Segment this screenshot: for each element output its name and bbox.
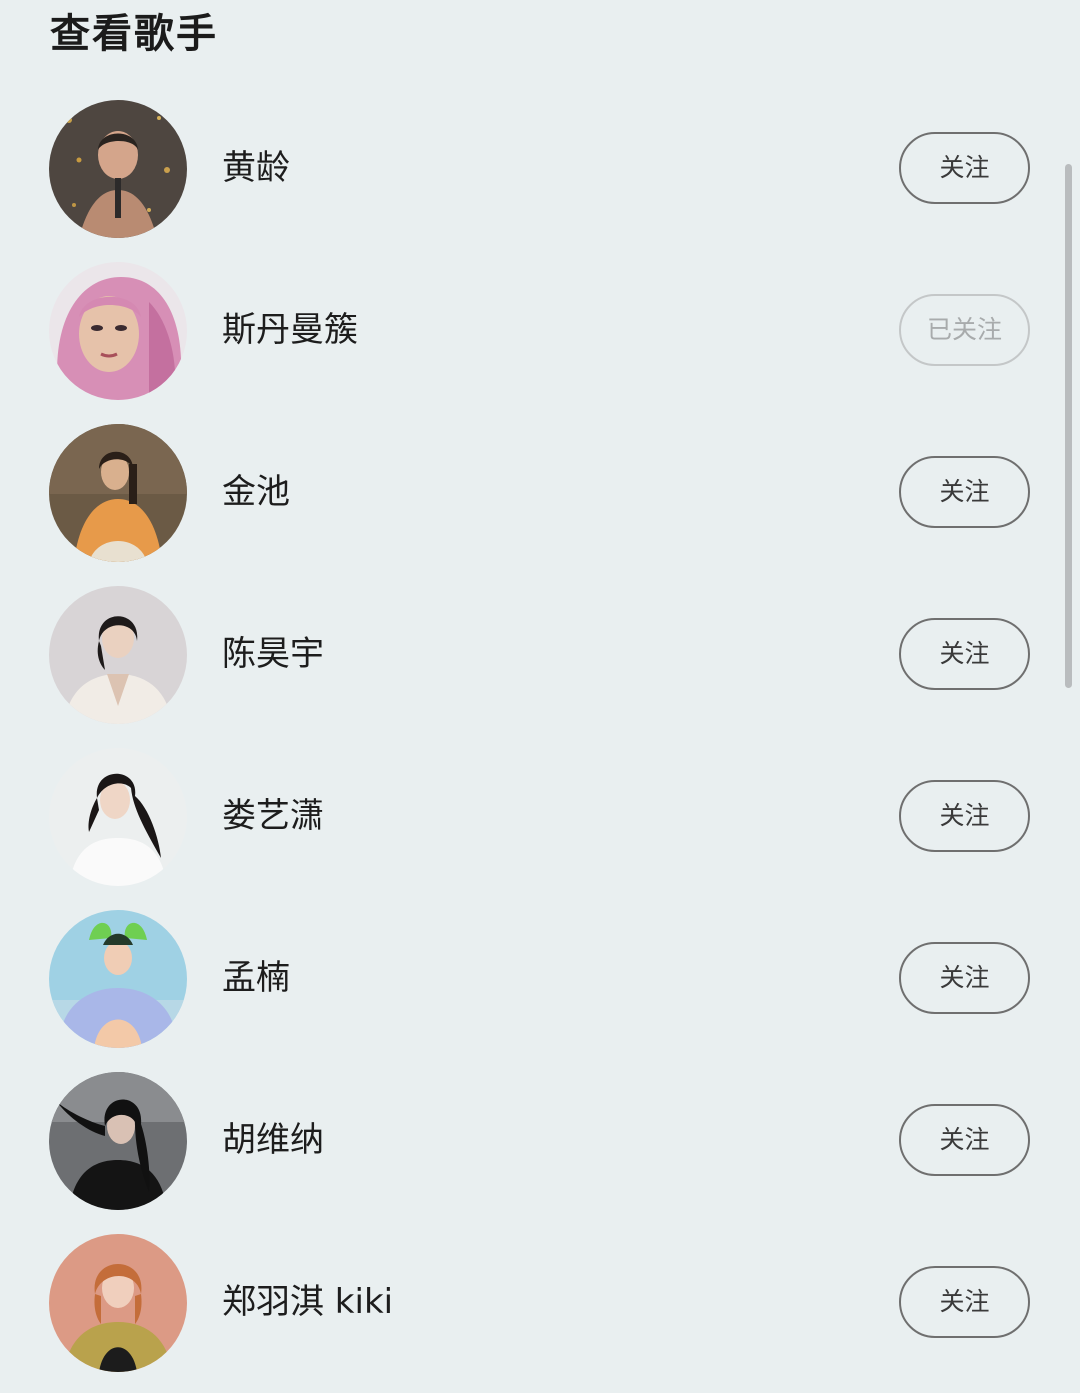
- avatar[interactable]: [49, 1072, 187, 1210]
- singer-list: 黄龄 关注 斯丹曼簇 已关注 金池 关注 陈昊宇 关注 娄艺潇 关注 孟楠 关注…: [0, 84, 1080, 1380]
- singer-name[interactable]: 孟楠: [222, 954, 290, 1002]
- avatar[interactable]: [49, 910, 187, 1048]
- list-item[interactable]: 陈昊宇 关注: [0, 570, 1080, 732]
- singer-name[interactable]: 陈昊宇: [222, 630, 324, 678]
- list-item[interactable]: 郑羽淇 kiki 关注: [0, 1218, 1080, 1380]
- avatar[interactable]: [49, 586, 187, 724]
- list-item[interactable]: 娄艺潇 关注: [0, 732, 1080, 894]
- avatar[interactable]: [49, 1234, 187, 1372]
- list-item[interactable]: 黄龄 关注: [0, 84, 1080, 246]
- followed-button[interactable]: 已关注: [899, 294, 1030, 366]
- singer-name[interactable]: 斯丹曼簇: [222, 306, 358, 354]
- follow-button[interactable]: 关注: [899, 1104, 1030, 1176]
- singer-name[interactable]: 金池: [222, 468, 290, 516]
- follow-button[interactable]: 关注: [899, 456, 1030, 528]
- avatar[interactable]: [49, 748, 187, 886]
- singer-name[interactable]: 黄龄: [222, 144, 290, 192]
- avatar[interactable]: [49, 424, 187, 562]
- follow-button[interactable]: 关注: [899, 780, 1030, 852]
- singer-name[interactable]: 郑羽淇 kiki: [222, 1278, 393, 1326]
- singer-name[interactable]: 娄艺潇: [222, 792, 324, 840]
- avatar[interactable]: [49, 100, 187, 238]
- list-item[interactable]: 胡维纳 关注: [0, 1056, 1080, 1218]
- scrollbar[interactable]: [1065, 164, 1072, 688]
- list-item[interactable]: 金池 关注: [0, 408, 1080, 570]
- avatar[interactable]: [49, 262, 187, 400]
- page-title: 查看歌手: [50, 11, 218, 57]
- follow-button[interactable]: 关注: [899, 942, 1030, 1014]
- follow-button[interactable]: 关注: [899, 618, 1030, 690]
- follow-button[interactable]: 关注: [899, 132, 1030, 204]
- singer-name[interactable]: 胡维纳: [222, 1116, 324, 1164]
- list-item[interactable]: 斯丹曼簇 已关注: [0, 246, 1080, 408]
- follow-button[interactable]: 关注: [899, 1266, 1030, 1338]
- list-item[interactable]: 孟楠 关注: [0, 894, 1080, 1056]
